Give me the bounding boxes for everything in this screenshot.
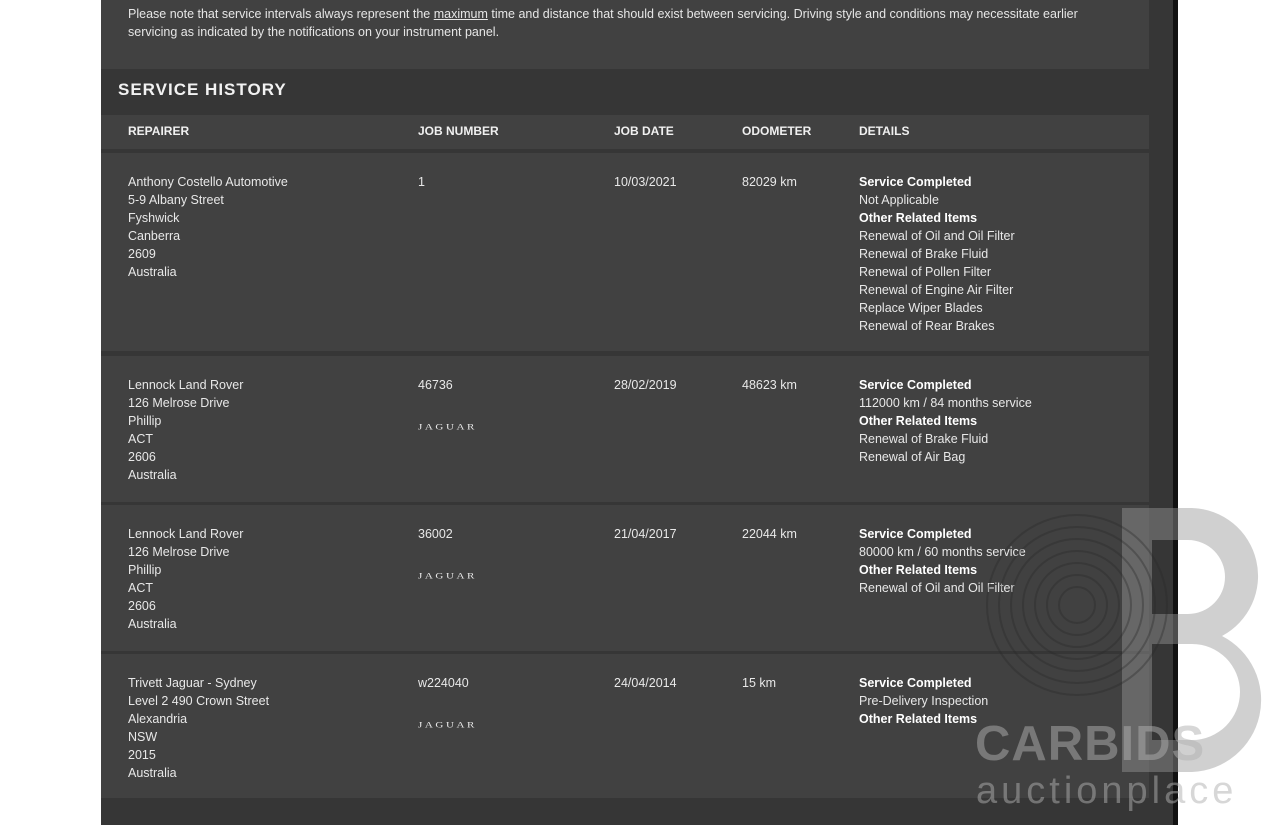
job-number: 36002 [418,527,453,541]
service-completed-heading: Service Completed [859,378,972,392]
other-related-items-heading: Other Related Items [859,211,978,225]
job-number-cell: 46736 JAGUAR [418,376,477,438]
job-date: 10/03/2021 [614,175,677,189]
repairer-line: 126 Melrose Drive [128,545,230,559]
column-header-job-number: JOB NUMBER [418,124,499,138]
column-header-repairer: REPAIRER [128,124,190,138]
service-completed-heading: Service Completed [859,676,972,690]
job-number-cell: 36002 JAGUAR [418,525,477,587]
job-number-cell: 1 [418,173,425,191]
repairer-line: 5-9 Albany Street [128,193,224,207]
repairer-line: NSW [128,730,158,744]
odometer-value: 22044 km [742,527,797,541]
related-item: Renewal of Brake Fluid [859,432,989,446]
odometer-cell: 82029 km [742,173,797,191]
section-title: SERVICE HISTORY [118,80,287,99]
repairer-line: ACT [128,432,153,446]
repairer-line: Phillip [128,563,162,577]
repairer-line: Australia [128,766,177,780]
jaguar-brand-logo: JAGUAR [418,571,477,581]
other-related-items-heading: Other Related Items [859,563,978,577]
note-text: Please note that service intervals alway… [128,5,1128,41]
odometer-cell: 22044 km [742,525,797,543]
odometer-cell: 48623 km [742,376,797,394]
repairer-line: 2606 [128,450,156,464]
repairer-line: 2609 [128,247,156,261]
service-history-panel: Please note that service intervals alway… [101,0,1175,825]
repairer-line: 2015 [128,748,156,762]
related-item: Renewal of Oil and Oil Filter [859,581,1015,595]
page-edge-bar [1173,0,1178,825]
job-date-cell: 24/04/2014 [614,674,677,692]
job-date-cell: 28/02/2019 [614,376,677,394]
odometer-value: 82029 km [742,175,797,189]
repairer-line: Australia [128,265,177,279]
service-description: Not Applicable [859,193,939,207]
job-number: w224040 [418,676,469,690]
repairer-line: ACT [128,581,153,595]
repairer-cell: Lennock Land Rover 126 Melrose Drive Phill… [128,376,243,484]
other-related-items-heading: Other Related Items [859,414,978,428]
column-header-details: DETAILS [859,124,910,138]
table-header: REPAIRER JOB NUMBER JOB DATE ODOMETER DE… [101,115,1149,149]
job-date: 28/02/2019 [614,378,677,392]
details-cell: Service Completed Not Applicable Other Rel… [859,173,1015,335]
table-row: Anthony Costello Automotive 5-9 Albany St… [101,153,1149,351]
repairer-line: Trivett Jaguar - Sydney [128,676,257,690]
odometer-cell: 15 km [742,674,776,692]
details-cell: Service Completed 80000 km / 60 months se… [859,525,1026,597]
service-interval-note: Please note that service intervals alway… [101,0,1149,69]
odometer-value: 48623 km [742,378,797,392]
other-related-items-heading: Other Related Items [859,712,978,726]
repairer-line: Phillip [128,414,162,428]
related-item: Renewal of Pollen Filter [859,265,992,279]
job-number: 46736 [418,378,453,392]
column-header-odometer: ODOMETER [742,124,812,138]
repairer-line: Australia [128,468,177,482]
repairer-line: 2606 [128,599,156,613]
repairer-line: Lennock Land Rover [128,527,244,541]
repairer-cell: Trivett Jaguar - Sydney Level 2 490 Crown… [128,674,269,782]
details-cell: Service Completed 112000 km / 84 months s… [859,376,1032,466]
jaguar-brand-logo: JAGUAR [418,422,477,432]
service-description: 112000 km / 84 months service [859,396,1032,410]
service-description: Pre-Delivery Inspection [859,694,989,708]
related-item: Renewal of Air Bag [859,450,966,464]
repairer-line: Anthony Costello Automotive [128,175,288,189]
table-row: Lennock Land Rover 126 Melrose Drive Phill… [101,505,1149,651]
related-item: Renewal of Engine Air Filter [859,283,1014,297]
repairer-line: Alexandria [128,712,188,726]
related-item: Renewal of Oil and Oil Filter [859,229,1015,243]
odometer-value: 15 km [742,676,777,690]
related-item: Renewal of Rear Brakes [859,319,995,333]
watermark-sub-text: auctionplace [976,770,1238,812]
repairer-line: Level 2 490 Crown Street [128,694,270,708]
note-text-before: Please note that service intervals alway… [128,7,434,21]
service-completed-heading: Service Completed [859,527,972,541]
jaguar-brand-logo: JAGUAR [418,720,477,730]
repairer-line: Australia [128,617,177,631]
related-item: Renewal of Brake Fluid [859,247,989,261]
repairer-line: 126 Melrose Drive [128,396,230,410]
maximum-link[interactable]: maximum [434,7,488,21]
job-number-cell: w224040 JAGUAR [418,674,477,736]
repairer-cell: Lennock Land Rover 126 Melrose Drive Phill… [128,525,243,633]
repairer-line: Canberra [128,229,181,243]
service-description: 80000 km / 60 months service [859,545,1026,559]
watermark-brand-text: CARBIDS [975,717,1206,771]
service-completed-heading: Service Completed [859,175,972,189]
details-cell: Service Completed Pre-Delivery Inspection… [859,674,988,728]
job-number: 1 [418,175,425,189]
job-date: 24/04/2014 [614,676,677,690]
job-date-cell: 10/03/2021 [614,173,677,191]
repairer-line: Lennock Land Rover [128,378,244,392]
job-date: 21/04/2017 [614,527,677,541]
repairer-line: Fyshwick [128,211,180,225]
repairer-cell: Anthony Costello Automotive 5-9 Albany St… [128,173,288,281]
job-date-cell: 21/04/2017 [614,525,677,543]
column-header-job-date: JOB DATE [614,124,674,138]
table-row: Lennock Land Rover 126 Melrose Drive Phill… [101,356,1149,502]
related-item: Replace Wiper Blades [859,301,983,315]
